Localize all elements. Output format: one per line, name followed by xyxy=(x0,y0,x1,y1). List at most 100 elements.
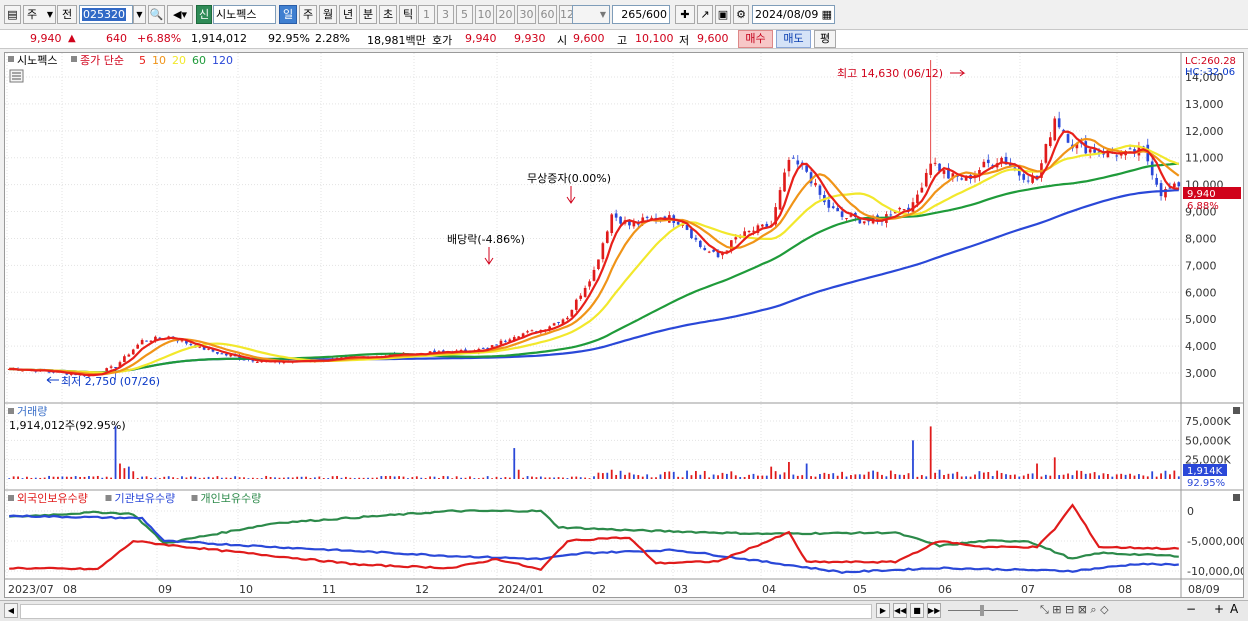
volume-bar xyxy=(220,477,223,479)
code-dropdown-icon[interactable]: ▼ xyxy=(133,5,146,24)
interval-button-10[interactable]: 10 xyxy=(475,5,494,24)
volume-bar xyxy=(26,476,28,479)
volume-bar xyxy=(694,470,697,479)
save-icon[interactable]: ▣ xyxy=(715,5,731,24)
date-axis-label: 09 xyxy=(158,583,172,596)
holdings-axis-label: -10,000,000 xyxy=(1187,565,1243,578)
bar-count-input[interactable]: 265/600 xyxy=(612,5,670,24)
interval-button-30[interactable]: 30 xyxy=(517,5,536,24)
slider-handle[interactable] xyxy=(980,605,984,616)
scroll-left-icon[interactable]: ◀ xyxy=(4,603,18,618)
volume-bar xyxy=(872,470,875,479)
period-button-5[interactable]: 초 xyxy=(379,5,397,24)
period-button-6[interactable]: 틱 xyxy=(399,5,417,24)
market-type-select[interactable]: 주 ▼ xyxy=(23,5,56,24)
period-button-0[interactable]: 일 xyxy=(279,5,297,24)
volume-bar xyxy=(792,474,795,479)
holdings-line-foreign xyxy=(9,503,1179,571)
horizontal-scrollbar[interactable] xyxy=(20,604,872,619)
volume-bar xyxy=(150,477,152,479)
volume-bar xyxy=(172,477,175,479)
interval-button-3[interactable]: 3 xyxy=(437,5,454,24)
volume-bar xyxy=(1000,472,1003,479)
period-button-2[interactable]: 월 xyxy=(319,5,337,24)
date-axis-label: 2024/01 xyxy=(498,583,544,596)
legend-stock-name: 시노펙스 xyxy=(17,54,57,67)
candle-body xyxy=(916,194,919,204)
volume-bar xyxy=(495,476,498,479)
candle-body xyxy=(703,247,707,251)
font-size-icon[interactable]: A xyxy=(1230,602,1238,616)
interval-button-1[interactable]: 1 xyxy=(418,5,435,24)
stop-icon[interactable]: ■ xyxy=(910,603,924,618)
volume-bar xyxy=(947,473,950,479)
volume-panel-close-icon[interactable] xyxy=(1233,407,1240,414)
draw-line-icon[interactable]: ↗ xyxy=(697,5,713,24)
first-icon[interactable]: ◀◀ xyxy=(893,603,907,618)
volume-bar xyxy=(212,477,214,479)
candle-body xyxy=(180,340,184,342)
interval-button-5[interactable]: 5 xyxy=(456,5,473,24)
gear-icon[interactable]: ⚙ xyxy=(733,5,749,24)
volume-bar xyxy=(1084,473,1087,479)
interval-button-20[interactable]: 20 xyxy=(496,5,515,24)
zoom-minus-icon[interactable]: − xyxy=(1186,602,1196,616)
stock-code-input[interactable]: 025320 xyxy=(79,5,133,24)
volume-bar xyxy=(451,478,454,479)
calendar-icon: ▦ xyxy=(821,8,832,21)
candle-body xyxy=(574,299,578,310)
volume-bar xyxy=(61,476,64,479)
stock-chart-svg[interactable]: 14,00013,00012,00011,00010,0009,0008,000… xyxy=(5,53,1243,597)
candle-body xyxy=(1026,180,1030,182)
volume-bar xyxy=(539,476,542,479)
search-icon[interactable]: 🔍 xyxy=(148,5,165,24)
volume-bar xyxy=(925,476,928,479)
buy-button[interactable]: 매수 xyxy=(738,30,773,48)
volume-bar xyxy=(650,477,653,479)
volume-bar xyxy=(17,476,19,479)
volume-bar xyxy=(127,466,130,479)
holdings-line-individual xyxy=(9,509,1179,560)
bar-count-total: /600 xyxy=(642,8,667,21)
prev-button[interactable]: 전 xyxy=(57,5,77,24)
candle-body xyxy=(552,323,556,326)
volume-bar xyxy=(739,476,742,479)
volume-bar xyxy=(894,474,897,479)
candle-body xyxy=(761,224,764,227)
speaker-icon[interactable]: ◀▾ xyxy=(167,5,193,24)
chevron-down-icon: ▼ xyxy=(46,10,53,19)
zoom-plus-icon[interactable]: + xyxy=(1214,602,1224,616)
volume-bar xyxy=(814,476,817,479)
volume-bar xyxy=(646,474,649,479)
zoom-slider[interactable] xyxy=(948,604,1018,617)
period-button-4[interactable]: 분 xyxy=(359,5,377,24)
candle-body xyxy=(145,340,148,342)
stock-name-field[interactable]: 시노펙스 xyxy=(213,5,276,24)
candle-body xyxy=(1022,174,1026,180)
sell-button[interactable]: 매도 xyxy=(776,30,811,48)
volume-bar xyxy=(615,474,618,479)
volume-bar xyxy=(690,475,693,479)
volume-bar xyxy=(105,476,108,479)
crosshair-icon[interactable]: ✚ xyxy=(675,5,695,24)
candle-body xyxy=(189,344,193,346)
volume-bar xyxy=(123,468,126,479)
volume-bar xyxy=(70,476,73,479)
play-icon[interactable]: ▶ xyxy=(876,603,890,618)
fast-forward-icon[interactable]: ▶▶ xyxy=(927,603,941,618)
date-axis-label: 06 xyxy=(938,583,952,596)
date-input[interactable]: 2024/08/09 ▦ xyxy=(752,5,835,24)
holdings-panel-close-icon[interactable] xyxy=(1233,494,1240,501)
interval-button-60[interactable]: 60 xyxy=(538,5,557,24)
window-menu-icon[interactable]: ▤ xyxy=(4,5,21,24)
interval-custom-select[interactable]: ▼ xyxy=(572,5,610,24)
legend-marker xyxy=(105,495,112,501)
eval-button[interactable]: 평 xyxy=(814,30,836,48)
volume-axis-label: 50,000K xyxy=(1185,434,1231,447)
period-button-3[interactable]: 년 xyxy=(339,5,357,24)
period-button-1[interactable]: 주 xyxy=(299,5,317,24)
volume-bar xyxy=(854,474,857,479)
chart-area[interactable]: 14,000 13,000 12,000 11,000 10,000 9,000 8,000… xyxy=(4,52,1244,598)
tool-icons[interactable]: ⤡ ⊞ ⊟ ⊠ ⌕ ◇ xyxy=(1040,603,1109,617)
candle-body xyxy=(504,340,507,342)
